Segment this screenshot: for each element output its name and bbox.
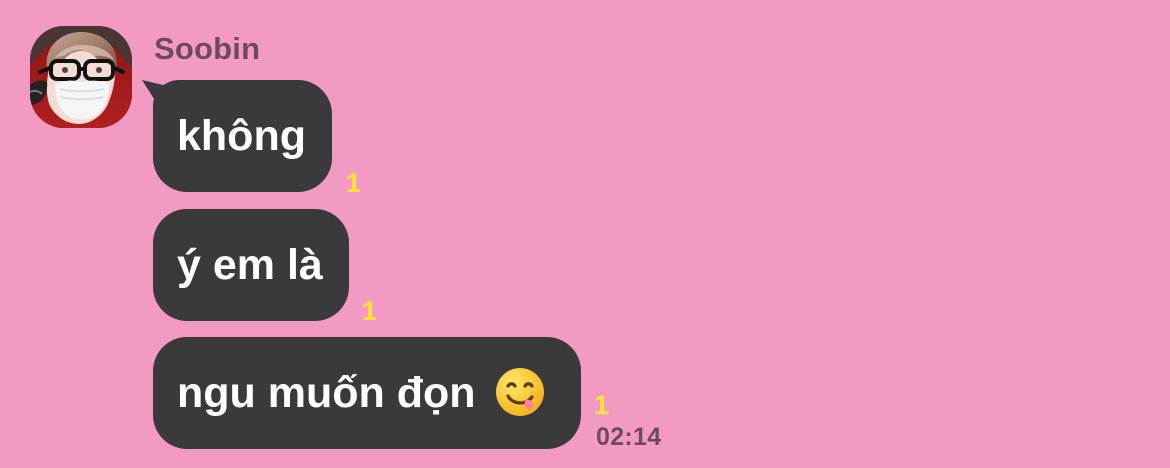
- sender-name: Soobin: [154, 31, 261, 66]
- message-bubble[interactable]: không: [153, 80, 332, 192]
- unread-count: 1: [346, 168, 362, 198]
- unread-count: 1: [362, 296, 378, 326]
- avatar[interactable]: [30, 26, 132, 128]
- message-text: không: [177, 111, 306, 160]
- message-bubble[interactable]: ý em là: [153, 209, 349, 321]
- message-text: ý em là: [177, 240, 323, 289]
- message-text: ngu muốn đọn: [177, 368, 476, 417]
- message-timestamp: 02:14: [596, 423, 662, 451]
- avatar-photo-icon: [30, 26, 132, 128]
- unread-count: 1: [594, 390, 610, 420]
- message-bubble[interactable]: ngu muốn đọn: [153, 337, 581, 449]
- face-savoring-food-emoji-icon: [494, 366, 546, 418]
